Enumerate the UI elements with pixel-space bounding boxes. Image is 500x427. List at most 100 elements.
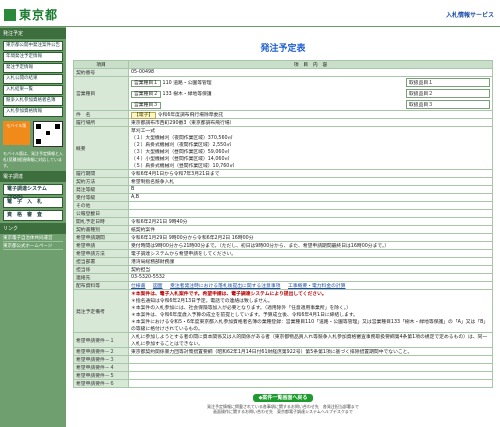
row-value	[128, 209, 493, 218]
work-name: 令和6年度調布飛行場除草委託	[157, 113, 224, 118]
row-label: 発注等級	[73, 185, 129, 194]
row-label: 履行期間	[73, 169, 129, 178]
table-row: 希望申請要件－１ 入札に参加しようとする者の間に資本関係又は人的関係がある者（東京…	[73, 332, 493, 348]
row-value: 東京都調布市西町290番3（東京都調布飛行場）	[128, 118, 493, 127]
col-header-content: 項 目 内 容	[128, 60, 493, 69]
row-label: 契約方法	[73, 177, 129, 186]
business-item-value: 133 樹木・緑地等保護	[162, 92, 212, 97]
link-tokyo-official[interactable]: 東京都公式ホームページ	[3, 243, 63, 250]
business-item: 営業種目３ 取扱品目３	[131, 99, 490, 110]
qr-code-icon	[32, 121, 63, 147]
table-row: 配布資料等 仕様書 図面 受注者発注時における落札後提出に関する注意事項 工事概…	[73, 281, 493, 290]
row-value: 電子調達システムから希望申請をしてください。	[128, 249, 493, 258]
note-line: ＊本案件の入札参加には、社会保険等加入が必要となります。（適用除外「任意適用事業…	[131, 306, 352, 311]
row-label: 概要	[73, 126, 129, 170]
table-header-row: 項目 項 目 内 容	[73, 60, 493, 69]
table-row: その他	[73, 201, 493, 210]
row-label: 希望申請要件－１	[73, 332, 129, 348]
row-value: 港湾局総務部財務課	[128, 257, 493, 266]
footer-line: 画面操作に関するお問い合わせ先 東京都電子調達システムヘルプデスクまで	[213, 409, 353, 414]
tokyo-logo[interactable]: 東京都	[4, 6, 58, 23]
table-row: 件 名 【電子】 令和6年度調布飛行場除草委託	[73, 110, 493, 119]
row-label: 配布資料等	[73, 281, 129, 290]
table-row: 概要 草刈工一式 （１）大型機械刈（夜間作業区域）370,560㎡ （２）肩掛式…	[73, 126, 493, 170]
row-value: 令和6年4月1日から令和7年3月21日まで	[128, 169, 493, 178]
table-row: 担当係 契約担当	[73, 265, 493, 274]
summary-line: （５）肩掛式機械刈（昼間作業区域）10,760㎡	[131, 164, 235, 169]
mobile-section: モバイル版	[3, 121, 63, 147]
row-label: 連絡先	[73, 273, 129, 282]
row-label: 希望申請要件－５	[73, 371, 129, 380]
sidebar-item-open-cases[interactable]: 東京都公開中発注案件公告	[3, 41, 63, 51]
row-value: 【電子】 令和6年度調布飛行場除草委託	[128, 110, 493, 119]
back-to-list-button[interactable]: ◆案件一覧画面へ戻る	[253, 394, 313, 402]
row-value	[128, 371, 493, 380]
table-row: 受付等級 A,B	[73, 193, 493, 202]
table-row: 希望申請期間 令和6年1月29日 9時00分から令和6年2月2日 16時00分	[73, 233, 493, 242]
row-label: 担当係	[73, 265, 129, 274]
row-label: 開札予定日時	[73, 217, 129, 226]
row-label: その他	[73, 201, 129, 210]
note-line: ＊指名通知は令和6年2月13日予定。電話での連絡は致しません。	[131, 299, 273, 304]
sidebar-item-results-list[interactable]: 入札結果一覧	[3, 85, 63, 95]
doc-link[interactable]: 図面	[153, 284, 163, 289]
e-bid-button[interactable]: 電 子 入 札	[3, 197, 63, 208]
row-value	[128, 379, 493, 388]
row-label: 営業種目	[73, 76, 129, 111]
system-section-title: 電子調達	[0, 171, 66, 182]
row-value	[128, 363, 493, 372]
page-header: 東京都 入札情報サービス	[0, 0, 500, 27]
link-e-gov[interactable]: 東京電子自治体共同運営	[3, 235, 63, 242]
col-header-item: 項目	[73, 60, 129, 69]
row-label: 契約書種別	[73, 225, 129, 234]
business-item-value: 110 道路・公園等管理	[162, 81, 212, 86]
qual-item[interactable]: 取扱品目２	[406, 89, 490, 98]
sidebar-item-qualified-list[interactable]: 競争入札参加資格者名簿	[3, 96, 63, 106]
table-row: 開札予定日時 令和6年2月21日 9時40分	[73, 217, 493, 226]
sidebar-item-qualification[interactable]: 入札参加資格情報	[3, 107, 63, 117]
row-label: 件 名	[73, 110, 129, 119]
qual-item[interactable]: 取扱品目３	[406, 100, 490, 109]
system-top-button[interactable]: 電子調達システム(TOP)	[3, 184, 63, 201]
row-value: 入札に参加しようとする者の間に資本関係又は人的関係がある者（東京都物品買入れ等競…	[128, 332, 493, 348]
mobile-badge[interactable]: モバイル版	[3, 121, 30, 145]
table-row: 公報登載日	[73, 209, 493, 218]
sidebar-item-annual-plan[interactable]: 年間発注予定情報	[3, 52, 63, 62]
business-items: 営業種目１ 110 道路・公園等管理 取扱品目１ 営業種目２ 133 樹木・緑地…	[128, 76, 493, 111]
row-value: 東京都契約関係暴力団等対策措置要綱（昭和62年1月14日付61財経庶第922号）…	[128, 347, 493, 356]
doc-link[interactable]: 仕様書	[131, 284, 145, 289]
main-content: 発注予定表 項目 項 目 内 容 契約番号 05-00498 営業種目 営業種目…	[69, 27, 497, 427]
table-row: 営業種目 営業種目１ 110 道路・公園等管理 取扱品目１ 営業種目２ 133 …	[73, 76, 493, 111]
summary-line: （２）肩掛式機械刈（夜間作業区域）2,550㎡	[131, 143, 232, 148]
sidebar-item-results-open[interactable]: 入札公開の結果	[3, 74, 63, 84]
row-value	[128, 201, 493, 210]
mobile-note: モバイル版は、発注予定情報と入札(見積)経過情報に対応しています。	[3, 151, 63, 168]
row-label: 希望申請要件－４	[73, 363, 129, 372]
sidebar-item-plan[interactable]: 発注予定情報	[3, 63, 63, 73]
row-value: 令和6年1月29日 9時00分から令和6年2月2日 16時00分	[128, 233, 493, 242]
doc-link[interactable]: 工事概要・電力料金の計算	[288, 284, 346, 289]
note-line: ＊本案件は、電子入札案件です。希望申請は、電子調達システムにより提出してください…	[131, 292, 327, 297]
business-item-name: 営業種目２	[131, 91, 161, 98]
qualification-button[interactable]: 資 格 審 査	[3, 210, 63, 221]
table-row: 希望申請要件－２ 東京都契約関係暴力団等対策措置要綱（昭和62年1月14日付61財…	[73, 347, 493, 356]
row-label: 公報登載日	[73, 209, 129, 218]
table-row: 希望申請要件－５	[73, 371, 493, 380]
docs-links: 仕様書 図面 受注者発注時における落札後提出に関する注意事項 工事概要・電力料金…	[128, 281, 493, 290]
row-label: 履行場所	[73, 118, 129, 127]
summary-line: （１）大型機械刈（夜間作業区域）370,560㎡	[131, 136, 233, 141]
e-bid-tag: 【電子】	[131, 112, 157, 119]
header-service-link[interactable]: 入札情報サービス	[446, 10, 494, 19]
row-value: B	[128, 185, 493, 194]
row-label: 希望申請要件－３	[73, 355, 129, 364]
table-row: 契約書種別 紙契約案件	[73, 225, 493, 234]
table-row: 希望申請要件－６	[73, 379, 493, 388]
row-label: 希望申請要件－６	[73, 379, 129, 388]
table-row: 希望申請方法 電子調達システムから希望申請をしてください。	[73, 249, 493, 258]
doc-link[interactable]: 受注者発注時における落札後提出に関する注意事項	[170, 284, 280, 289]
row-value: 03-5320-5532	[128, 273, 493, 282]
table-row: 履行期間 令和6年4月1日から令和7年3月21日まで	[73, 169, 493, 178]
row-label: 希望申請	[73, 241, 129, 250]
qual-item[interactable]: 取扱品目１	[406, 78, 490, 87]
page-title: 発注予定表	[260, 44, 306, 54]
